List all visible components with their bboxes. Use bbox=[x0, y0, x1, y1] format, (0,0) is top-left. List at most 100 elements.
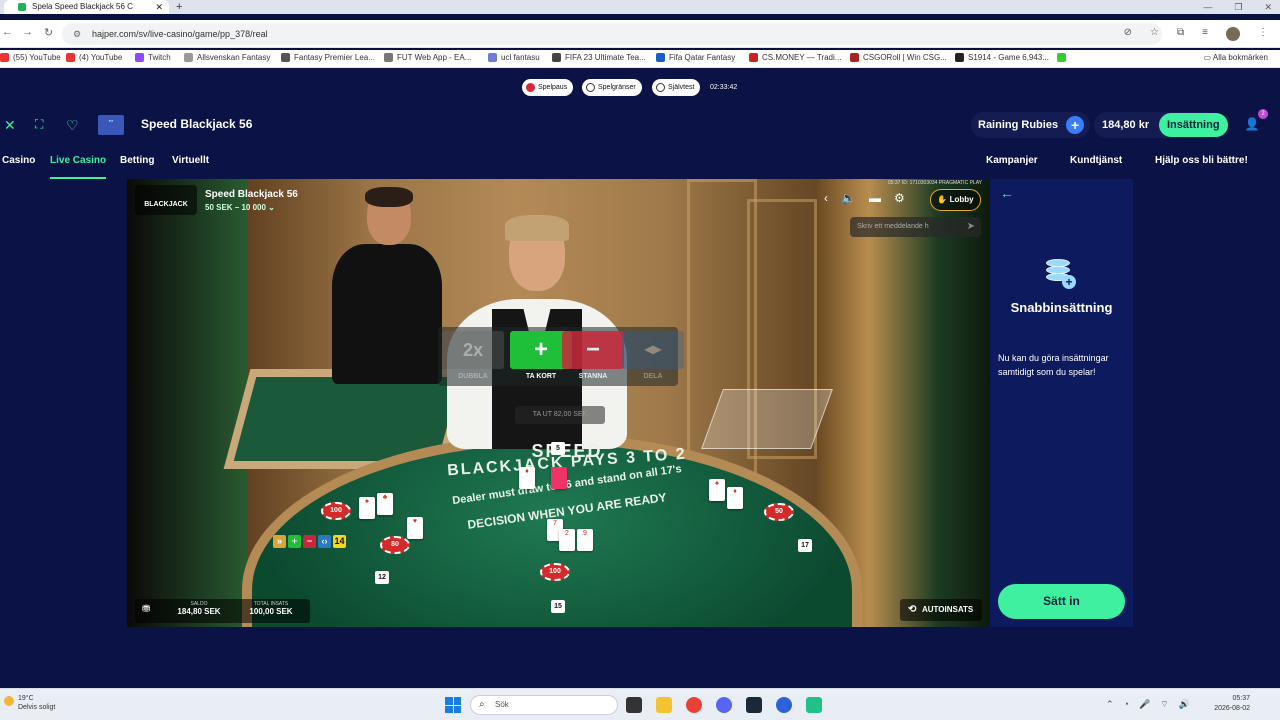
chat-icon[interactable]: ▬ bbox=[869, 191, 881, 205]
site-info-icon[interactable]: ⚙ bbox=[73, 23, 81, 45]
send-icon[interactable]: ➤ bbox=[967, 217, 975, 237]
game-title: Speed Blackjack 56 bbox=[141, 117, 253, 131]
bookmark-item[interactable]: CS.MONEY — Tradi... bbox=[749, 53, 841, 62]
bookmark-item[interactable]: Allsvenskan Fantasy bbox=[184, 53, 270, 62]
minimize-icon[interactable]: — bbox=[1203, 0, 1212, 14]
sun-icon bbox=[4, 696, 14, 706]
menu-kampanjer[interactable]: Kampanjer bbox=[986, 155, 1038, 166]
search-icon: ⌕ bbox=[479, 699, 485, 710]
browser-tab[interactable]: Spela Speed Blackjack 56 C ✕ bbox=[4, 0, 169, 14]
coins-plus-icon: + bbox=[1046, 259, 1076, 291]
spelpaus-button[interactable]: Spelpaus bbox=[522, 79, 574, 96]
weather-widget[interactable]: 19°C Delvis soligt bbox=[4, 694, 55, 712]
browser-tabbar: Spela Speed Blackjack 56 C ✕ + — ❐ ✕ bbox=[0, 0, 1280, 14]
deposit-now-button[interactable]: Sätt in bbox=[998, 584, 1125, 619]
extensions-icon[interactable]: ⧉ bbox=[1177, 27, 1184, 41]
window-controls: — ❐ ✕ bbox=[1203, 0, 1272, 14]
back-icon[interactable]: ← bbox=[2, 26, 13, 38]
limits-icon bbox=[586, 83, 595, 92]
menu-betting[interactable]: Betting bbox=[120, 155, 154, 166]
game-video[interactable]: SPEED BLACKJACK PAYS 3 TO 2 Dealer must … bbox=[127, 179, 990, 627]
file-explorer-icon[interactable] bbox=[656, 697, 672, 713]
stand-button[interactable]: − STANNA bbox=[562, 331, 624, 381]
settings-gear-icon[interactable]: ⚙ bbox=[894, 191, 905, 205]
menu-casino[interactable]: Casino bbox=[2, 155, 35, 166]
discord-icon[interactable] bbox=[716, 697, 732, 713]
bookmark-item[interactable]: (4) YouTube bbox=[66, 53, 122, 62]
clock[interactable]: 05:37 2026-08-02 bbox=[1210, 694, 1250, 714]
collapse-icon[interactable]: ‹ bbox=[824, 191, 828, 205]
hand-total: 17 bbox=[798, 539, 812, 552]
panel-text: Nu kan du göra insättningar samtidigt so… bbox=[998, 353, 1109, 377]
folder-icon: ▭ bbox=[1203, 53, 1213, 62]
wifi-icon[interactable]: ⌔ bbox=[1160, 699, 1168, 710]
close-icon[interactable]: ✕ bbox=[4, 117, 16, 134]
chevron-up-icon[interactable]: ⌃ bbox=[1106, 699, 1114, 710]
menu-virtuellt[interactable]: Virtuellt bbox=[172, 155, 209, 166]
double-button[interactable]: 2x DUBBLA bbox=[442, 331, 504, 381]
split-button[interactable]: ◂▸ DELA bbox=[622, 331, 684, 381]
steam-icon[interactable] bbox=[746, 697, 762, 713]
sjalvtest-button[interactable]: Självtest bbox=[652, 79, 701, 96]
bookmark-item[interactable]: FUT Web App - EA... bbox=[384, 53, 471, 62]
menu-kundtjanst[interactable]: Kundtjänst bbox=[1070, 155, 1122, 166]
sound-icon[interactable]: 🔈 bbox=[841, 191, 856, 205]
minus-icon: − bbox=[562, 331, 624, 369]
deposit-button[interactable]: Insättning bbox=[1159, 113, 1228, 137]
ea-app-icon[interactable] bbox=[776, 697, 792, 713]
site-favicon-icon bbox=[18, 3, 26, 11]
bookmark-item[interactable]: (55) YouTube bbox=[0, 53, 61, 62]
back-arrow-icon[interactable]: ← bbox=[1000, 185, 1014, 201]
bookmark-item[interactable] bbox=[1057, 53, 1066, 62]
forward-icon[interactable]: → bbox=[22, 26, 33, 38]
menu-kebab-icon[interactable]: ⋮ bbox=[1258, 27, 1268, 41]
fullscreen-icon[interactable]: ⛶ bbox=[35, 117, 43, 132]
game-controls: ‹ 🔈 ▬ ⚙ bbox=[824, 191, 905, 205]
address-bar-row: ← → ↻ ⚙ hajper.com/sv/live-casino/game/p… bbox=[0, 20, 1280, 48]
chrome-icon[interactable] bbox=[686, 697, 702, 713]
tab-title: Spela Speed Blackjack 56 C bbox=[32, 2, 133, 11]
close-window-icon[interactable]: ✕ bbox=[1264, 0, 1272, 14]
chat-input[interactable]: Skriv ett meddelande h ➤ bbox=[850, 217, 981, 237]
menu-feedback[interactable]: Hjälp oss bli bättre! bbox=[1155, 155, 1248, 166]
volume-icon[interactable]: 🔊 bbox=[1179, 699, 1190, 710]
bookmark-item[interactable]: Twitch bbox=[135, 53, 171, 62]
bookmark-item[interactable]: CSGORoll | Win CSG... bbox=[850, 53, 947, 62]
reload-icon[interactable]: ↻ bbox=[44, 26, 53, 39]
task-view-icon[interactable] bbox=[626, 697, 642, 713]
star-icon[interactable]: ☆ bbox=[1150, 27, 1159, 41]
hit-mini-icon: + bbox=[288, 535, 301, 548]
chips-icon[interactable]: ⛃ bbox=[142, 604, 150, 615]
queue-icon[interactable]: ≡ bbox=[1202, 27, 1208, 41]
bookmark-item[interactable]: S1914 - Game 6,943... bbox=[955, 53, 1049, 62]
double-mini-icon: » bbox=[273, 535, 286, 548]
close-tab-icon[interactable]: ✕ bbox=[155, 0, 163, 14]
bookmark-icon bbox=[184, 53, 193, 62]
eye-off-icon[interactable]: ⊘ bbox=[1124, 27, 1132, 41]
maximize-icon[interactable]: ❐ bbox=[1234, 0, 1242, 14]
speed-blackjack-logo: BLACKJACK bbox=[135, 185, 197, 215]
autobet-button[interactable]: ⟲ AUTOINSATS bbox=[900, 599, 982, 621]
hand-icon: ✋ bbox=[937, 195, 950, 204]
mic-icon[interactable]: 🎤 bbox=[1139, 699, 1150, 710]
new-tab-icon[interactable]: + bbox=[176, 0, 182, 14]
spelgranser-button[interactable]: Spelgränser bbox=[582, 79, 642, 96]
url-text: hajper.com/sv/live-casino/game/pp_378/re… bbox=[92, 29, 268, 39]
windows-start-icon[interactable] bbox=[445, 697, 461, 713]
favorite-heart-icon[interactable]: ♡ bbox=[66, 117, 79, 134]
url-field[interactable]: ⚙ hajper.com/sv/live-casino/game/pp_378/… bbox=[62, 23, 1162, 45]
promo-raining-rubies[interactable]: Raining Rubies + bbox=[971, 112, 1091, 138]
all-bookmarks[interactable]: ▭ Alla bokmärken bbox=[1204, 53, 1268, 62]
bet-limits-dropdown[interactable]: 50 SEK – 10 000 ⌄ bbox=[205, 203, 275, 212]
taskbar-search[interactable]: ⌕ Sök bbox=[470, 695, 618, 715]
profile-avatar[interactable] bbox=[1226, 27, 1240, 41]
bookmark-item[interactable]: FIFA 23 Ultimate Tea... bbox=[552, 53, 646, 62]
lobby-button[interactable]: ✋ Lobby bbox=[930, 189, 981, 211]
bookmark-item[interactable]: Fantasy Premier Lea... bbox=[281, 53, 375, 62]
app-icon[interactable] bbox=[806, 697, 822, 713]
bookmark-item[interactable]: ucl fantasu bbox=[488, 53, 540, 62]
network-icon[interactable]: ◔ bbox=[1124, 699, 1129, 710]
menu-live-casino[interactable]: Live Casino bbox=[50, 155, 107, 179]
cashout-button[interactable]: TA UT 82,00 SEK bbox=[515, 406, 605, 424]
bookmark-item[interactable]: Fifa Qatar Fantasy bbox=[656, 53, 735, 62]
